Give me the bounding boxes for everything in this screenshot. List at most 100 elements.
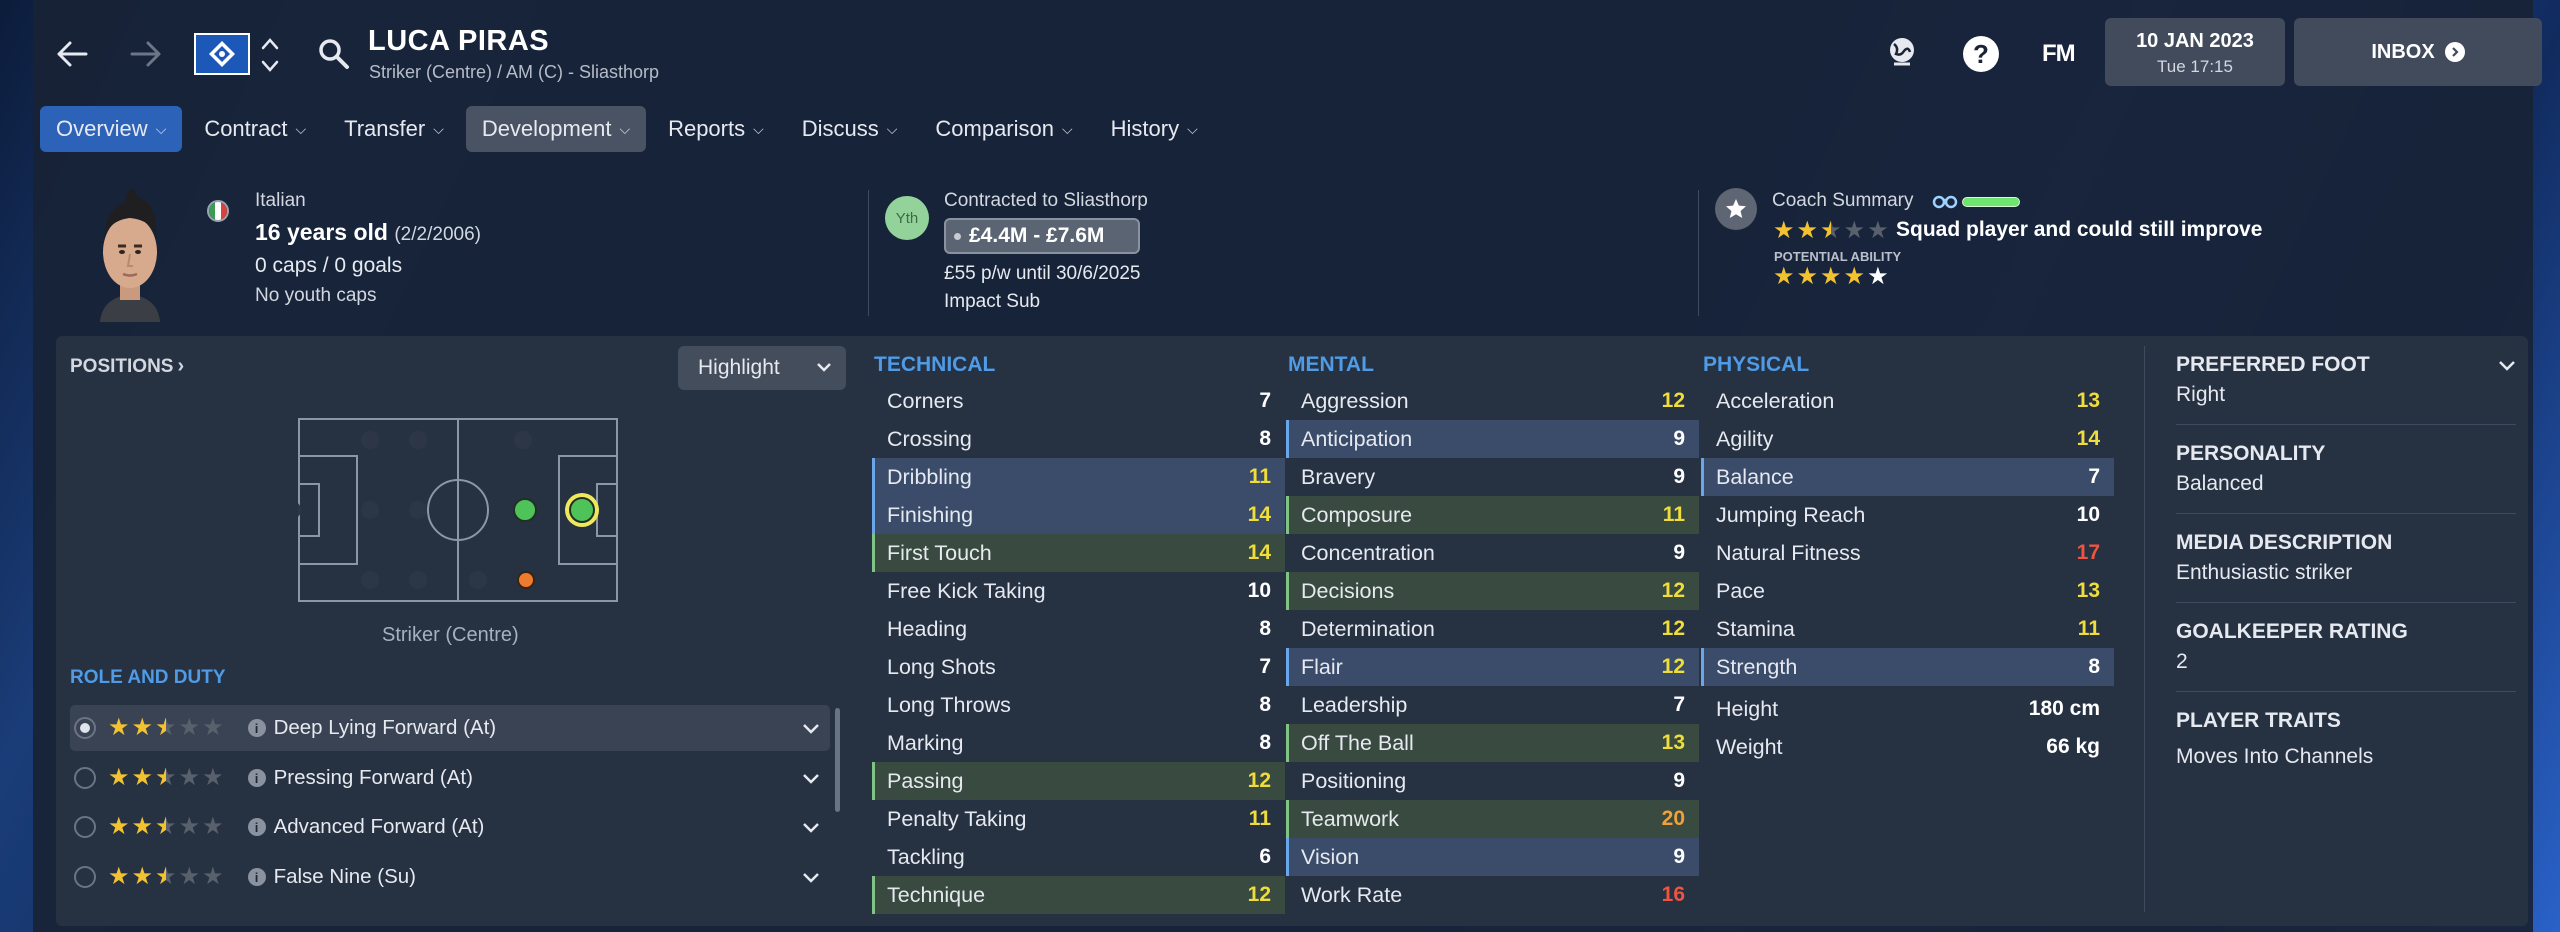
tab-transfer[interactable]: Transfer ⌵ [328, 106, 460, 152]
attribute-name: Agility [1716, 426, 1774, 451]
nationality-flag-icon [207, 200, 229, 222]
role-row-deep-lying-forward[interactable]: ★ ★ ★ ★ ★ i Deep Lying Forward (At) [70, 705, 830, 751]
role-stars: ★ ★ ★ ★ ★ [108, 813, 224, 840]
attribute-row[interactable]: Tackling 6 [872, 838, 1285, 876]
chevron-down-icon[interactable] [802, 766, 820, 790]
player-trait-item[interactable]: Moves Into Channels [2176, 742, 2516, 772]
club-badge-icon[interactable] [194, 33, 250, 75]
attribute-row[interactable]: Free Kick Taking 10 [872, 572, 1285, 610]
attribute-value: 13 [1661, 731, 1685, 754]
attribute-row[interactable]: Pace 13 [1701, 572, 2114, 610]
tab-overview[interactable]: Overview ⌵ [40, 106, 183, 152]
tab-comparison[interactable]: Comparison ⌵ [919, 106, 1088, 152]
info-icon[interactable]: i [247, 868, 266, 886]
world-icon[interactable] [1884, 34, 1920, 70]
attribute-name: Acceleration [1716, 388, 1835, 413]
attribute-row[interactable]: Dribbling 11 [872, 458, 1285, 496]
role-radio-button[interactable] [74, 816, 96, 838]
attribute-row[interactable]: Jumping Reach 10 [1701, 496, 2114, 534]
attribute-row[interactable]: Aggression 12 [1286, 382, 1699, 420]
role-label: Advanced Forward (At) [273, 815, 485, 838]
preferred-foot-section[interactable]: PREFERRED FOOT Right [2176, 350, 2516, 410]
attribute-row[interactable]: Determination 12 [1286, 610, 1699, 648]
tab-history[interactable]: History ⌵ [1095, 106, 1214, 152]
player-subtitle: Striker (Centre) / AM (C) - Sliasthorp [369, 62, 660, 82]
inbox-button[interactable]: INBOX [2294, 18, 2542, 86]
info-icon[interactable]: i [247, 769, 266, 787]
attribute-row[interactable]: Agility 14 [1701, 420, 2114, 458]
attribute-value: 12 [1661, 579, 1685, 602]
attribute-row[interactable]: Marking 8 [872, 724, 1285, 762]
position-pitch-map[interactable] [283, 418, 618, 602]
attribute-name: Passing [887, 768, 964, 793]
attribute-row[interactable]: Teamwork 20 [1286, 800, 1699, 838]
highlight-dropdown[interactable]: Highlight [678, 346, 846, 390]
role-radio-button[interactable] [74, 717, 96, 739]
role-row-advanced-forward[interactable]: ★ ★ ★ ★ ★ i Advanced Forward (At) [70, 804, 830, 850]
chevron-down-icon[interactable] [802, 815, 820, 839]
role-row-false-nine[interactable]: ★ ★ ★ ★ ★ i False Nine (Su) [70, 854, 830, 900]
attribute-row[interactable]: Acceleration 13 [1701, 382, 2114, 420]
tab-development[interactable]: Development ⌵ [465, 106, 647, 152]
role-radio-button[interactable] [74, 767, 96, 789]
attribute-row[interactable]: Balance 7 [1701, 458, 2114, 496]
tab-label: Transfer [344, 116, 426, 141]
chevron-right-icon: › [177, 355, 185, 377]
attribute-row[interactable]: Passing 12 [872, 762, 1285, 800]
role-radio-button[interactable] [74, 866, 96, 888]
goalkeeper-rating-heading: GOALKEEPER RATING [2176, 620, 2408, 643]
attribute-row[interactable]: Off The Ball 13 [1286, 724, 1699, 762]
attribute-row[interactable]: Decisions 12 [1286, 572, 1699, 610]
attribute-row[interactable]: Crossing 8 [872, 420, 1285, 458]
attribute-row[interactable]: Bravery 9 [1286, 458, 1699, 496]
attribute-row[interactable]: Corners 7 [872, 382, 1285, 420]
attribute-row[interactable]: Long Throws 8 [872, 686, 1285, 724]
attribute-row[interactable]: Composure 11 [1286, 496, 1699, 534]
positions-heading[interactable]: POSITIONS › [70, 355, 184, 378]
chevron-down-icon[interactable] [2498, 358, 2516, 376]
youth-squad-badge[interactable]: Yth [885, 196, 929, 240]
chevron-down-icon[interactable] [802, 716, 820, 740]
attribute-row[interactable]: Vision 9 [1286, 838, 1699, 876]
tab-reports[interactable]: Reports ⌵ [652, 106, 780, 152]
help-icon[interactable]: ? [1963, 36, 1999, 72]
role-row-pressing-forward[interactable]: ★ ★ ★ ★ ★ i Pressing Forward (At) [70, 755, 830, 801]
back-arrow-icon[interactable] [52, 34, 92, 74]
forward-arrow-icon[interactable] [126, 34, 166, 74]
attribute-row[interactable]: Positioning 9 [1286, 762, 1699, 800]
club-switch-chevron-icon[interactable] [258, 34, 282, 76]
tab-contract[interactable]: Contract ⌵ [188, 106, 322, 152]
attribute-row[interactable]: Natural Fitness 17 [1701, 534, 2114, 572]
attribute-row[interactable]: Penalty Taking 11 [872, 800, 1285, 838]
fm-logo[interactable]: FM [2042, 40, 2076, 68]
attribute-value: 11 [2077, 617, 2100, 640]
attribute-row[interactable]: Concentration 9 [1286, 534, 1699, 572]
date-box[interactable]: 10 JAN 2023 Tue 17:15 [2105, 18, 2285, 86]
attribute-row[interactable]: Flair 12 [1286, 648, 1699, 686]
attribute-row[interactable]: Finishing 14 [872, 496, 1285, 534]
attribute-name: Concentration [1301, 540, 1435, 565]
attribute-value: 7 [1259, 655, 1271, 678]
attribute-row[interactable]: First Touch 14 [872, 534, 1285, 572]
value-range-pill[interactable]: £4.4M - £7.6M [944, 218, 1140, 254]
attribute-row[interactable]: Stamina 11 [1701, 610, 2114, 648]
attribute-row[interactable]: Long Shots 7 [872, 648, 1285, 686]
attribute-row[interactable]: Anticipation 9 [1286, 420, 1699, 458]
chevron-down-icon: ⌵ [619, 120, 631, 137]
dob-label: (2/2/2006) [394, 224, 481, 245]
attribute-row[interactable]: Strength 8 [1701, 648, 2114, 686]
info-icon[interactable]: i [247, 719, 266, 737]
search-icon[interactable] [316, 36, 352, 72]
attribute-value: 10 [1247, 579, 1271, 602]
chevron-down-icon[interactable] [802, 865, 820, 889]
half-star-icon: ★ [1820, 217, 1842, 244]
attribute-row[interactable]: Work Rate 16 [1286, 876, 1699, 914]
attribute-row[interactable]: Leadership 7 [1286, 686, 1699, 724]
contracted-to-label: Contracted to Sliasthorp [944, 190, 1148, 211]
info-icon[interactable]: i [247, 818, 266, 836]
attribute-row[interactable]: Technique 12 [872, 876, 1285, 914]
attribute-row[interactable]: Heading 8 [872, 610, 1285, 648]
role-list-scrollbar[interactable] [835, 708, 840, 812]
attribute-value: 8 [1259, 693, 1271, 716]
tab-discuss[interactable]: Discuss ⌵ [786, 106, 914, 152]
